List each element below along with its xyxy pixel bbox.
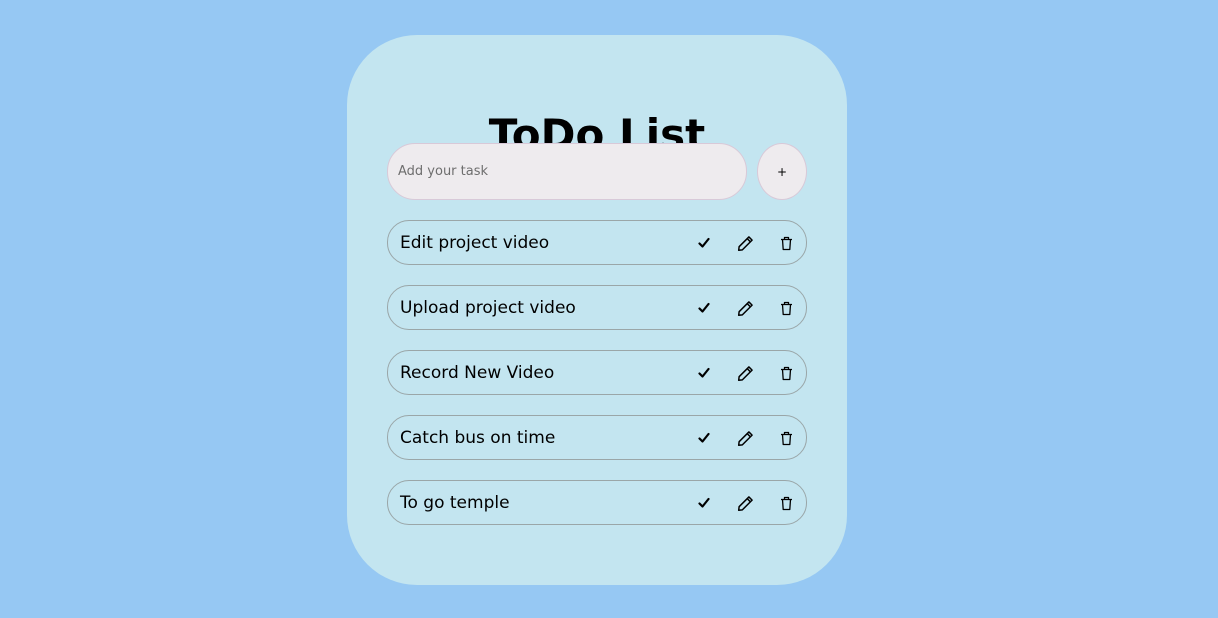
trash-icon[interactable] — [775, 232, 797, 254]
check-icon[interactable] — [693, 427, 715, 449]
todo-card: ToDo List + Edit project video Upload pr… — [347, 35, 847, 585]
pencil-icon[interactable] — [734, 492, 756, 514]
task-item: Catch bus on time — [387, 415, 807, 460]
add-task-row: + — [387, 143, 807, 201]
task-label: To go temple — [400, 493, 510, 513]
check-icon[interactable] — [693, 492, 715, 514]
task-item: Edit project video — [387, 220, 807, 265]
task-label: Upload project video — [400, 298, 576, 318]
pencil-icon[interactable] — [734, 232, 756, 254]
task-item: Record New Video — [387, 350, 807, 395]
add-task-button[interactable]: + — [757, 143, 807, 200]
pencil-icon[interactable] — [734, 297, 756, 319]
check-icon[interactable] — [693, 232, 715, 254]
task-label: Edit project video — [400, 233, 550, 253]
task-item: To go temple — [387, 480, 807, 525]
trash-icon[interactable] — [775, 427, 797, 449]
trash-icon[interactable] — [775, 297, 797, 319]
pencil-icon[interactable] — [734, 362, 756, 384]
check-icon[interactable] — [693, 297, 715, 319]
task-item: Upload project video — [387, 285, 807, 330]
task-label: Record New Video — [400, 363, 555, 383]
trash-icon[interactable] — [775, 492, 797, 514]
task-list: Edit project video Upload project video — [387, 220, 807, 545]
task-input[interactable] — [387, 143, 747, 200]
task-label: Catch bus on time — [400, 428, 556, 448]
check-icon[interactable] — [693, 362, 715, 384]
trash-icon[interactable] — [775, 362, 797, 384]
pencil-icon[interactable] — [734, 427, 756, 449]
